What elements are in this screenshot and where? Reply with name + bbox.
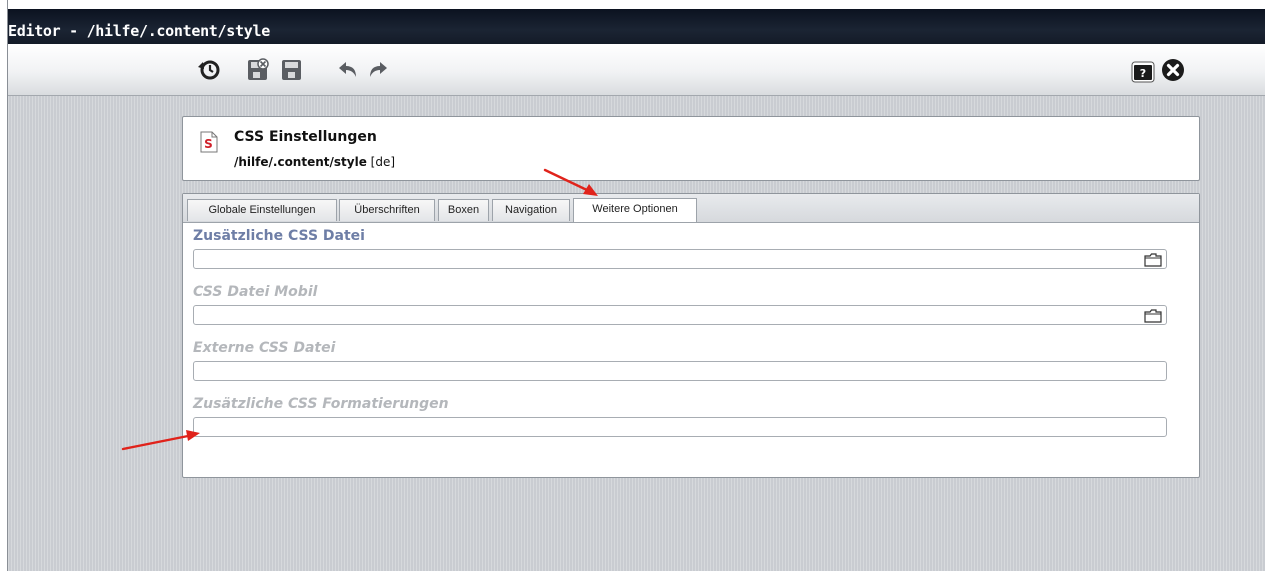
save-exit-button[interactable] bbox=[245, 57, 271, 83]
folder-icon[interactable] bbox=[1144, 252, 1162, 271]
help-button[interactable]: ? bbox=[1130, 59, 1156, 85]
document-path: /hilfe/.content/style [de] bbox=[234, 155, 395, 169]
document-title: CSS Einstellungen bbox=[234, 129, 377, 145]
field-label-externe-css-datei: Externe CSS Datei bbox=[193, 340, 336, 356]
editor-window: Editor - /hilfe/.content/style ? S CSS E… bbox=[7, 0, 1265, 571]
save-button[interactable] bbox=[279, 57, 305, 83]
tab-bar: Globale Einstellungen Überschriften Boxe… bbox=[183, 194, 1199, 223]
tab-ueberschriften[interactable]: Überschriften bbox=[339, 199, 435, 221]
field-label-zusaetzliche-css-formatierungen: Zusätzliche CSS Formatierungen bbox=[193, 396, 449, 412]
close-icon bbox=[1162, 59, 1184, 81]
tab-navigation[interactable]: Navigation bbox=[492, 199, 570, 221]
redo-icon bbox=[370, 62, 387, 77]
save-icon bbox=[282, 60, 301, 80]
resource-path: /hilfe/.content/style bbox=[234, 155, 367, 169]
annotation-arrow-icon bbox=[543, 168, 598, 196]
css-file-icon: S bbox=[200, 131, 218, 157]
svg-text:S: S bbox=[204, 137, 213, 151]
zusaetzliche-css-datei-input[interactable] bbox=[193, 249, 1167, 269]
css-datei-mobil-input[interactable] bbox=[193, 305, 1167, 325]
close-button[interactable] bbox=[1160, 57, 1186, 83]
redo-button[interactable] bbox=[365, 57, 391, 83]
tab-globale-einstellungen[interactable]: Globale Einstellungen bbox=[187, 199, 337, 221]
title-bar: Editor - /hilfe/.content/style bbox=[8, 0, 1265, 44]
tab-boxen[interactable]: Boxen bbox=[438, 199, 489, 221]
svg-text:?: ? bbox=[1140, 67, 1146, 80]
document-header: S CSS Einstellungen /hilfe/.content/styl… bbox=[182, 116, 1200, 181]
locale-badge: [de] bbox=[370, 155, 396, 169]
help-icon: ? bbox=[1131, 61, 1155, 83]
toolbar: ? bbox=[8, 44, 1265, 96]
externe-css-datei-input[interactable] bbox=[193, 361, 1167, 381]
field-label-css-datei-mobil: CSS Datei Mobil bbox=[193, 284, 318, 300]
history-icon bbox=[198, 60, 220, 80]
history-button[interactable] bbox=[196, 57, 222, 83]
save-exit-icon bbox=[248, 58, 269, 80]
editor-panel: Globale Einstellungen Überschriften Boxe… bbox=[182, 193, 1200, 478]
undo-button[interactable] bbox=[335, 57, 361, 83]
tab-weitere-optionen[interactable]: Weitere Optionen bbox=[573, 198, 697, 222]
undo-icon bbox=[339, 62, 356, 77]
folder-icon[interactable] bbox=[1144, 308, 1162, 327]
field-label-zusaetzliche-css-datei: Zusätzliche CSS Datei bbox=[193, 228, 365, 244]
annotation-arrow-icon bbox=[121, 430, 200, 451]
zusaetzliche-css-formatierungen-input[interactable] bbox=[193, 417, 1167, 437]
window-title: Editor - /hilfe/.content/style bbox=[8, 22, 270, 40]
